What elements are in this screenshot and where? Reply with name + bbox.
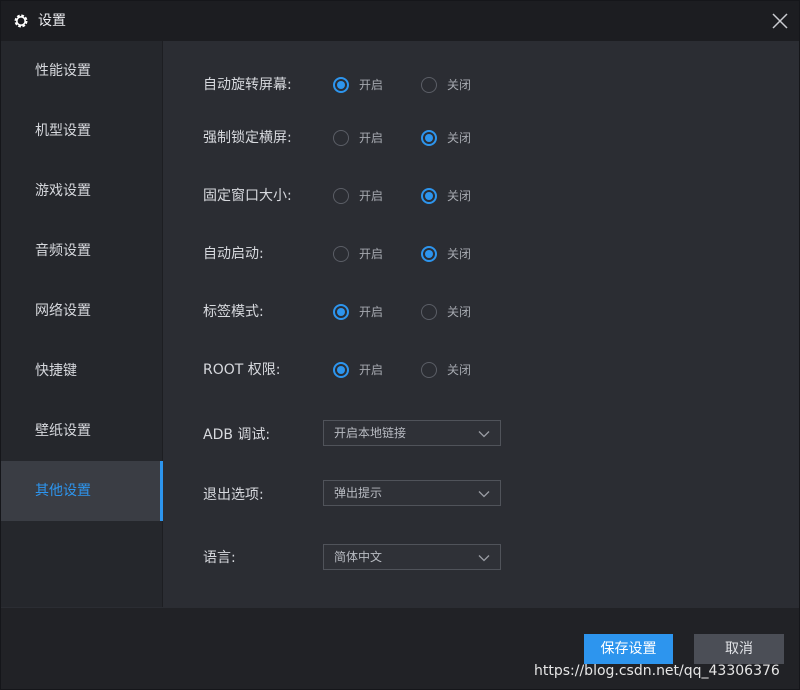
sidebar: 性能设置 机型设置 游戏设置 音频设置 网络设置 快捷键 壁纸设置 其他设置 bbox=[1, 41, 163, 607]
chevron-down-icon bbox=[478, 491, 490, 498]
force-landscape-off-radio[interactable] bbox=[421, 130, 437, 146]
settings-window: 设置 性能设置 机型设置 游戏设置 音频设置 网络设置 快捷键 壁纸设置 其他设… bbox=[0, 0, 800, 690]
sidebar-item-audio[interactable]: 音频设置 bbox=[1, 221, 161, 281]
title-bar: 设置 bbox=[1, 1, 799, 41]
force-landscape-on-label: 开启 bbox=[359, 131, 384, 145]
cancel-button[interactable]: 取消 bbox=[694, 634, 784, 664]
sidebar-item-device-model[interactable]: 机型设置 bbox=[1, 101, 161, 161]
watermark: https://blog.csdn.net/qq_43306376 bbox=[534, 663, 780, 679]
auto-start-on-label: 开启 bbox=[359, 247, 384, 261]
adb-debug-value: 开启本地链接 bbox=[334, 426, 407, 440]
fixed-window-size-on-label: 开启 bbox=[359, 189, 384, 203]
sidebar-item-shortcuts[interactable]: 快捷键 bbox=[1, 341, 161, 401]
auto-start-label: 自动启动: bbox=[203, 246, 264, 262]
root-permission-on-label: 开启 bbox=[359, 363, 384, 377]
window-title: 设置 bbox=[38, 13, 66, 29]
tab-mode-off-label: 关闭 bbox=[447, 305, 472, 319]
sidebar-item-game[interactable]: 游戏设置 bbox=[1, 161, 161, 221]
sidebar-item-other[interactable]: 其他设置 bbox=[1, 461, 163, 521]
chevron-down-icon bbox=[478, 555, 490, 562]
exit-option-select[interactable]: 弹出提示 bbox=[323, 480, 501, 506]
root-permission-off-label: 关闭 bbox=[447, 363, 472, 377]
auto-start-off-radio[interactable] bbox=[421, 246, 437, 262]
auto-start-off-label: 关闭 bbox=[447, 247, 472, 261]
chevron-down-icon bbox=[478, 431, 490, 438]
auto-rotate-off-label: 关闭 bbox=[447, 78, 472, 92]
root-permission-label: ROOT 权限: bbox=[203, 362, 281, 378]
language-value: 简体中文 bbox=[334, 550, 383, 564]
exit-option-label: 退出选项: bbox=[203, 487, 264, 503]
close-icon bbox=[772, 13, 788, 29]
save-button[interactable]: 保存设置 bbox=[584, 634, 673, 664]
footer: 保存设置 取消 https://blog.csdn.net/qq_4330637… bbox=[1, 608, 799, 689]
sidebar-item-label: 壁纸设置 bbox=[35, 423, 91, 439]
exit-option-value: 弹出提示 bbox=[334, 486, 383, 500]
close-button[interactable] bbox=[767, 8, 793, 34]
force-landscape-off-label: 关闭 bbox=[447, 131, 472, 145]
language-select[interactable]: 简体中文 bbox=[323, 544, 501, 570]
tab-mode-label: 标签模式: bbox=[203, 304, 264, 320]
sidebar-item-network[interactable]: 网络设置 bbox=[1, 281, 161, 341]
force-landscape-on-radio[interactable] bbox=[333, 130, 349, 146]
sidebar-item-label: 快捷键 bbox=[35, 363, 77, 379]
sidebar-item-label: 音频设置 bbox=[35, 243, 91, 259]
root-permission-off-radio[interactable] bbox=[421, 362, 437, 378]
sidebar-item-performance[interactable]: 性能设置 bbox=[1, 41, 161, 101]
sidebar-item-label: 游戏设置 bbox=[35, 183, 91, 199]
force-landscape-label: 强制锁定横屏: bbox=[203, 130, 292, 146]
adb-debug-select[interactable]: 开启本地链接 bbox=[323, 420, 501, 446]
fixed-window-size-off-radio[interactable] bbox=[421, 188, 437, 204]
adb-debug-label: ADB 调试: bbox=[203, 427, 271, 443]
auto-rotate-on-radio[interactable] bbox=[333, 77, 349, 93]
fixed-window-size-off-label: 关闭 bbox=[447, 189, 472, 203]
sidebar-item-label: 性能设置 bbox=[35, 63, 91, 79]
auto-rotate-label: 自动旋转屏幕: bbox=[203, 77, 292, 93]
sidebar-item-label: 机型设置 bbox=[35, 123, 91, 139]
language-label: 语言: bbox=[203, 550, 236, 566]
gear-icon bbox=[12, 12, 30, 30]
auto-rotate-on-label: 开启 bbox=[359, 78, 384, 92]
root-permission-on-radio[interactable] bbox=[333, 362, 349, 378]
sidebar-item-label: 网络设置 bbox=[35, 303, 91, 319]
auto-rotate-off-radio[interactable] bbox=[421, 77, 437, 93]
auto-start-on-radio[interactable] bbox=[333, 246, 349, 262]
settings-panel: 自动旋转屏幕: 开启 关闭 强制锁定横屏: 开启 关闭 固定窗口大小: 开启 关… bbox=[163, 41, 799, 607]
tab-mode-off-radio[interactable] bbox=[421, 304, 437, 320]
fixed-window-size-label: 固定窗口大小: bbox=[203, 188, 292, 204]
fixed-window-size-on-radio[interactable] bbox=[333, 188, 349, 204]
sidebar-item-label: 其他设置 bbox=[35, 483, 91, 499]
sidebar-item-wallpaper[interactable]: 壁纸设置 bbox=[1, 401, 161, 461]
tab-mode-on-radio[interactable] bbox=[333, 304, 349, 320]
tab-mode-on-label: 开启 bbox=[359, 305, 384, 319]
